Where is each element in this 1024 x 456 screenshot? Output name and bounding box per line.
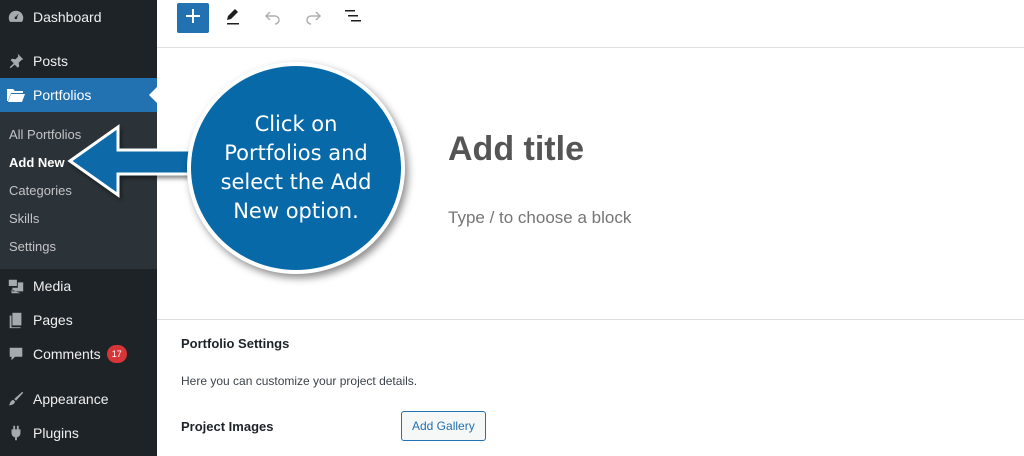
add-gallery-button[interactable]: Add Gallery bbox=[401, 411, 486, 441]
sidebar-item-comments[interactable]: Comments 17 bbox=[0, 337, 157, 371]
undo-icon bbox=[264, 7, 282, 30]
sidebar-item-appearance[interactable]: Appearance bbox=[0, 382, 157, 416]
editor-toolbar bbox=[157, 0, 1024, 48]
sidebar-item-plugins[interactable]: Plugins bbox=[0, 416, 157, 450]
add-block-button[interactable] bbox=[177, 3, 209, 33]
submenu-item-all-portfolios[interactable]: All Portfolios bbox=[9, 127, 81, 142]
sidebar-item-label: Appearance bbox=[33, 391, 109, 407]
portfolios-submenu: All Portfolios Add New Categories Skills… bbox=[0, 112, 157, 269]
pencil-icon bbox=[224, 7, 242, 30]
redo-icon bbox=[304, 7, 322, 30]
undo-button[interactable] bbox=[257, 3, 289, 33]
tools-button[interactable] bbox=[217, 3, 249, 33]
portfolio-settings-metabox: Portfolio Settings Here you can customiz… bbox=[157, 319, 1024, 456]
sidebar-item-media[interactable]: Media bbox=[0, 269, 157, 303]
dashboard-icon bbox=[6, 7, 26, 27]
submenu-item-skills[interactable]: Skills bbox=[9, 211, 39, 226]
comment-icon bbox=[6, 344, 26, 364]
sidebar-item-label: Pages bbox=[33, 312, 73, 328]
sidebar-item-label: Plugins bbox=[33, 425, 79, 441]
sidebar-item-pages[interactable]: Pages bbox=[0, 303, 157, 337]
sidebar-item-label: Posts bbox=[33, 53, 69, 69]
comments-count-badge: 17 bbox=[106, 345, 127, 363]
sidebar-item-label: Comments bbox=[33, 346, 101, 362]
sidebar-item-label: Portfolios bbox=[33, 87, 92, 103]
project-images-label: Project Images bbox=[181, 419, 274, 434]
sidebar-item-portfolios[interactable]: Portfolios bbox=[0, 78, 157, 112]
pages-icon bbox=[6, 310, 26, 330]
pin-icon bbox=[6, 51, 26, 71]
submenu-item-settings[interactable]: Settings bbox=[9, 239, 56, 254]
post-title-input[interactable]: Add title bbox=[448, 130, 584, 169]
sidebar-item-posts[interactable]: Posts bbox=[0, 44, 157, 78]
metabox-description: Here you can customize your project deta… bbox=[181, 374, 418, 388]
sidebar-item-label: Dashboard bbox=[33, 9, 102, 25]
block-appender[interactable]: Type / to choose a block bbox=[448, 208, 631, 228]
folder-icon bbox=[6, 85, 26, 105]
list-view-icon bbox=[343, 8, 363, 29]
annotation-text: Click on Portfolios and select the Add N… bbox=[220, 112, 372, 223]
sidebar-item-label: Media bbox=[33, 278, 72, 294]
list-view-button[interactable] bbox=[337, 3, 369, 33]
brush-icon bbox=[6, 389, 26, 409]
sidebar-item-dashboard[interactable]: Dashboard bbox=[0, 0, 157, 34]
active-caret bbox=[149, 87, 157, 103]
media-icon bbox=[6, 276, 26, 296]
plugin-icon bbox=[6, 423, 26, 443]
redo-button[interactable] bbox=[297, 3, 329, 33]
annotation-callout: Click on Portfolios and select the Add N… bbox=[187, 62, 405, 274]
metabox-heading[interactable]: Portfolio Settings bbox=[181, 336, 289, 351]
plus-icon bbox=[186, 8, 200, 28]
admin-sidebar: Dashboard Posts Portfolios All Portfolio… bbox=[0, 0, 157, 456]
submenu-item-categories[interactable]: Categories bbox=[9, 183, 72, 198]
submenu-item-add-new[interactable]: Add New bbox=[9, 155, 65, 170]
